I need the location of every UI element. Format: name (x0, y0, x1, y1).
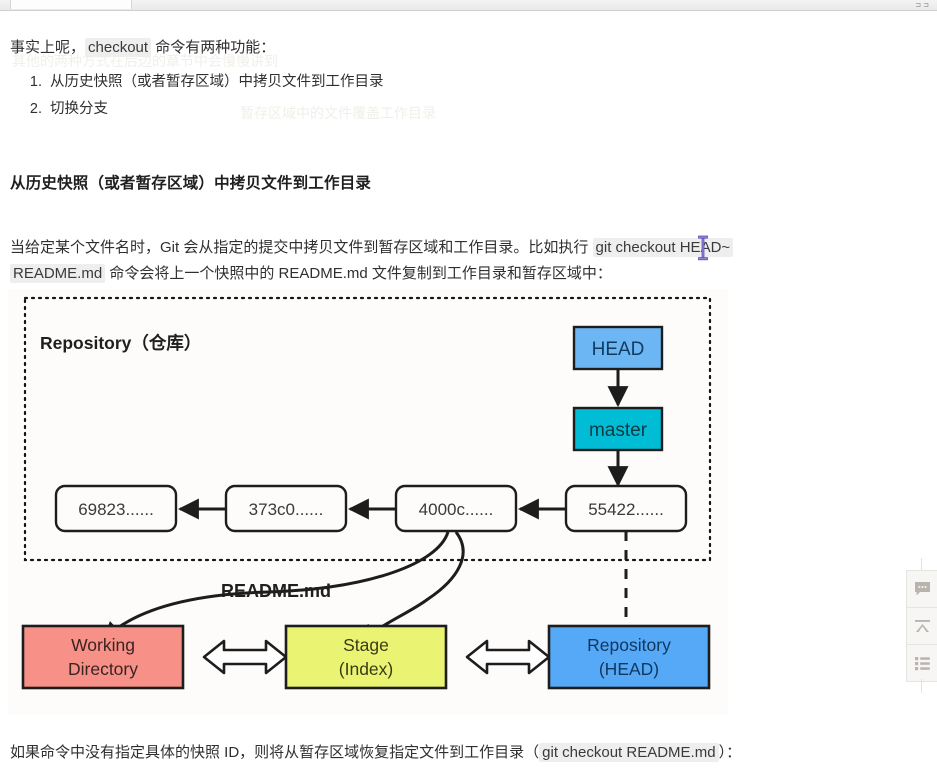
body-text-2: 命令会将上一个快照中的 README.md 文件复制到工作目录和暂存区域中： (105, 265, 612, 282)
back-to-top-icon (915, 620, 930, 632)
side-toolbar-tick-top (921, 558, 922, 570)
intro-paragraph: 事实上呢， checkout 命令有两种功能： (10, 35, 275, 61)
body-inline-code-2: README.md (10, 264, 106, 283)
commit-box: 69823...... (54, 484, 178, 533)
body-inline-code-1: git checkout HEAD~ (592, 238, 734, 257)
catalog-button[interactable] (907, 645, 937, 681)
edge-label-readme: README.md (221, 581, 331, 601)
stage-subtitle: (Index) (339, 659, 393, 679)
stage-title: Stage (343, 635, 389, 655)
footer-text-after: ）： (718, 744, 742, 761)
list-item: 从历史快照（或者暂存区域）中拷贝文件到工作目录 (46, 69, 384, 96)
commit-label: 373c0...... (249, 500, 324, 519)
intro-text-after: 命令有两种功能： (151, 39, 276, 56)
list-icon (915, 656, 930, 670)
article-page: 事实上呢， checkout 命令有两种功能： 其他的两种方式在后边的章节中会慢慢… (0, 11, 937, 774)
window-controls[interactable]: ⊐⊐ (915, 1, 931, 9)
working-directory-title: Working (71, 635, 135, 655)
stage-index-box: Stage (Index) (284, 624, 448, 690)
repository-label: Repository（仓库） (40, 333, 201, 353)
list-item: 切换分支 (46, 96, 384, 123)
repository-head-subtitle: (HEAD) (599, 659, 659, 679)
intro-inline-code: checkout (85, 38, 152, 57)
side-toolbar-tick-bottom (921, 679, 922, 693)
back-to-top-button[interactable] (907, 608, 937, 645)
comment-button[interactable] (907, 571, 937, 608)
article-content: 事实上呢， checkout 命令有两种功能： 其他的两种方式在后边的章节中会慢慢… (0, 11, 900, 774)
intro-text-before: 事实上呢， (10, 39, 86, 56)
section-heading: 从历史快照（或者暂存区域）中拷贝文件到工作目录 (10, 175, 372, 192)
feature-list: 从历史快照（或者暂存区域）中拷贝文件到工作目录 切换分支 (0, 69, 384, 123)
working-directory-box: Working Directory (21, 624, 185, 690)
commit-label: 4000c...... (419, 500, 494, 519)
master-ref-label: master (589, 420, 648, 441)
head-ref-box: HEAD (572, 325, 664, 371)
repository-head-box: Repository (HEAD) (547, 624, 711, 690)
commit-label: 69823...... (78, 500, 154, 519)
footer-inline-code: git checkout README.md (539, 743, 719, 762)
body-text-1: 当给定某个文件名时，Git 会从指定的提交中拷贝文件到暂存区域和工作目录。比如执… (10, 239, 593, 256)
diagram-svg: Repository（仓库） HEAD master 69823...... 3… (8, 289, 728, 714)
working-directory-subtitle: Directory (68, 659, 138, 679)
footer-paragraph: 如果命令中没有指定具体的快照 ID，则将从暂存区域恢复指定文件到工作目录（ git… (10, 740, 741, 766)
footer-text-before: 如果命令中没有指定具体的快照 ID，则将从暂存区域恢复指定文件到工作目录（ (10, 744, 540, 761)
browser-chrome-strip: ⊐⊐ (0, 0, 937, 11)
master-ref-box: master (572, 406, 664, 452)
body-paragraph-line2: README.md 命令会将上一个快照中的 README.md 文件复制到工作目… (10, 261, 612, 287)
commit-box: 4000c...... (394, 484, 518, 533)
commit-box: 55422...... (564, 484, 688, 533)
repository-head-title: Repository (587, 635, 671, 655)
git-checkout-diagram: Repository（仓库） HEAD master 69823...... 3… (8, 289, 728, 714)
browser-tab-stub[interactable] (10, 0, 132, 9)
body-paragraph-line1: 当给定某个文件名时，Git 会从指定的提交中拷贝文件到暂存区域和工作目录。比如执… (10, 235, 734, 261)
side-toolbar (906, 570, 937, 682)
comment-icon (915, 582, 930, 596)
commit-box: 373c0...... (224, 484, 348, 533)
commit-label: 55422...... (588, 500, 664, 519)
head-ref-label: HEAD (592, 339, 645, 360)
